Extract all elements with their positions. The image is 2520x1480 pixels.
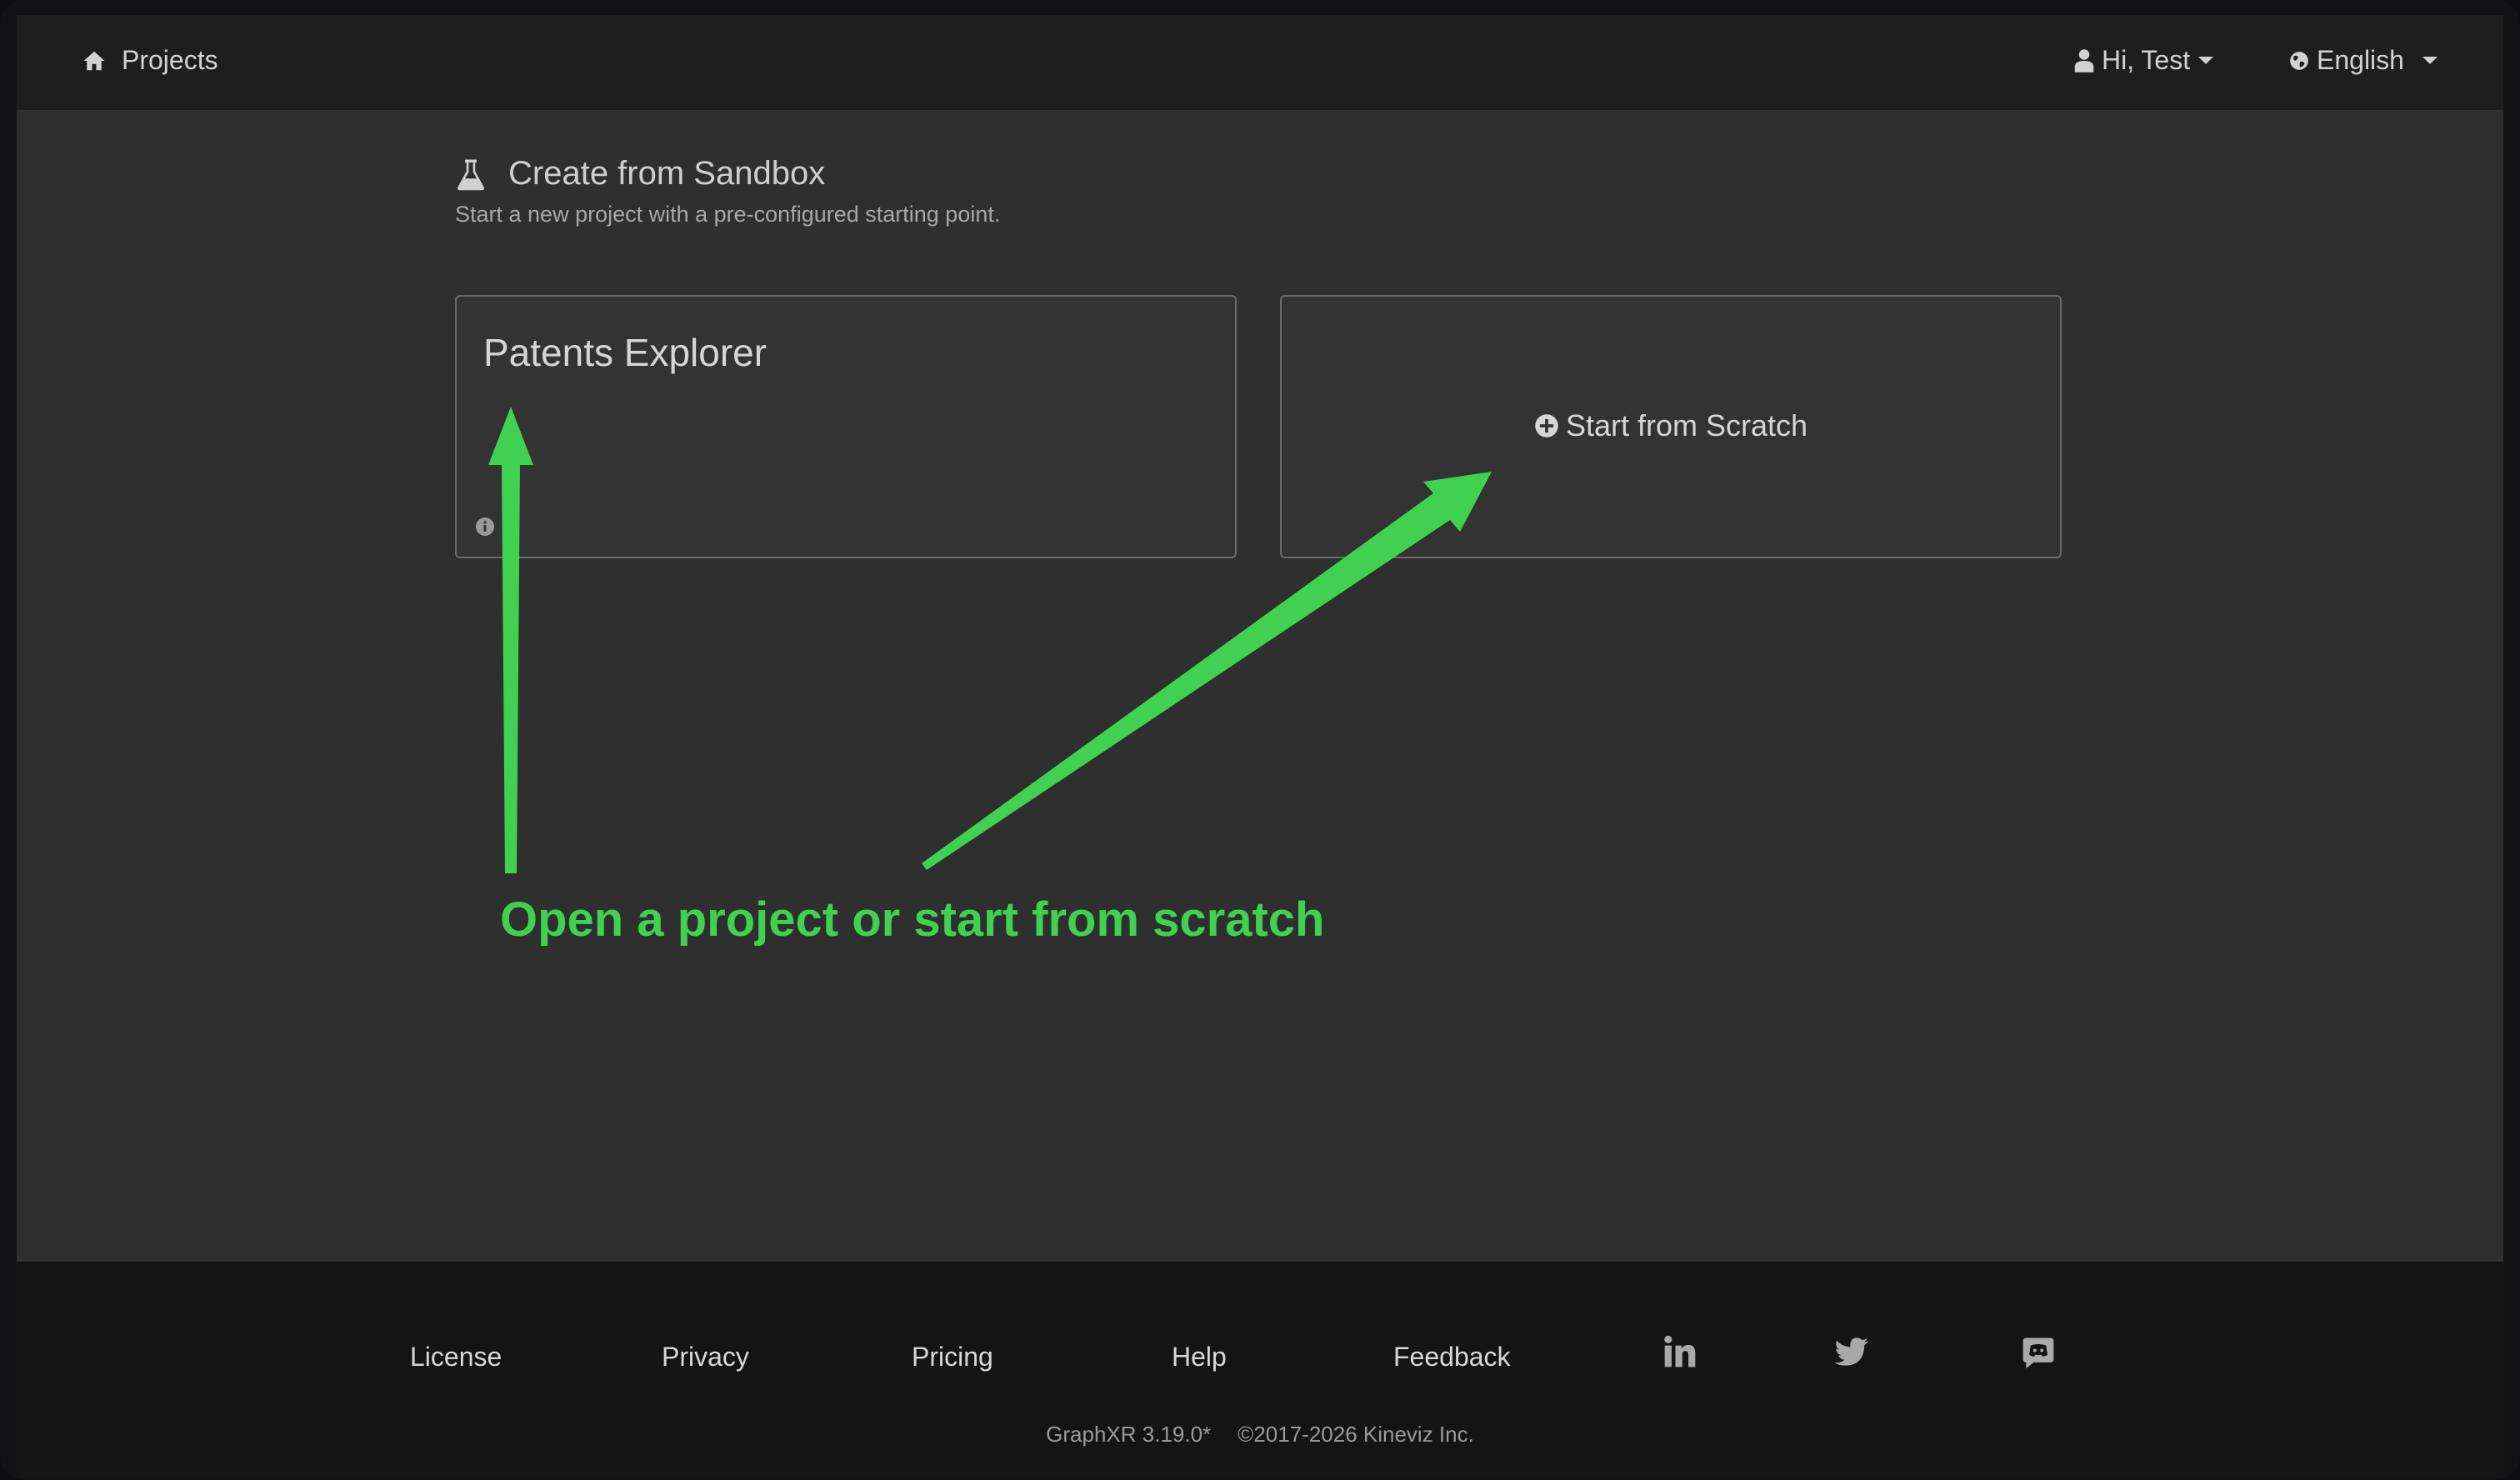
footer-meta: GraphXR 3.19.0* ©2017-2026 Kineviz Inc. — [17, 1422, 2503, 1448]
page-title: Create from Sandbox — [455, 155, 825, 192]
projects-nav-label: Projects — [122, 45, 218, 75]
version-label: GraphXR 3.19.0* — [1046, 1422, 1212, 1447]
user-menu-dropdown[interactable]: Hi, Test — [2073, 45, 2214, 76]
page-subtitle: Start a new project with a pre-configure… — [455, 202, 1001, 227]
footer-link-privacy[interactable]: Privacy — [662, 1342, 749, 1372]
footer-link-license[interactable]: License — [410, 1342, 502, 1372]
patents-explorer-card[interactable]: Patents Explorer — [455, 295, 1237, 558]
footer-link-feedback[interactable]: Feedback — [1393, 1342, 1511, 1372]
user-icon — [2074, 48, 2094, 72]
globe-icon — [2290, 51, 2308, 70]
twitter-icon[interactable] — [1833, 1333, 1870, 1370]
flask-icon — [458, 159, 484, 190]
plus-circle-icon — [1535, 414, 1558, 438]
user-menu-label: Hi, Test — [2102, 45, 2191, 75]
device-frame: Projects Hi, Test English Create from Sa… — [0, 0, 2520, 1480]
discord-icon[interactable] — [2020, 1333, 2057, 1370]
footer: License Privacy Pricing Help Feedback Gr… — [17, 1262, 2503, 1478]
language-label: English — [2317, 45, 2404, 75]
home-icon — [83, 51, 105, 70]
start-from-scratch-card[interactable]: Start from Scratch — [1280, 295, 2062, 558]
top-navbar: Projects Hi, Test English — [17, 15, 2503, 110]
projects-nav-link[interactable]: Projects — [82, 45, 218, 76]
linkedin-icon[interactable] — [1662, 1333, 1698, 1370]
language-dropdown[interactable]: English — [2288, 45, 2438, 76]
info-icon[interactable] — [475, 517, 495, 537]
app-screen: Projects Hi, Test English Create from Sa… — [17, 15, 2503, 1478]
chevron-down-icon — [2422, 57, 2438, 64]
annotation-label: Open a project or start from scratch — [500, 892, 1325, 947]
copyright-label: ©2017-2026 Kineviz Inc. — [1238, 1422, 1474, 1447]
page-title-text: Create from Sandbox — [508, 155, 826, 192]
start-from-scratch-label: Start from Scratch — [1565, 408, 1808, 442]
chevron-down-icon — [2198, 57, 2214, 64]
annotation-arrows — [488, 407, 1492, 873]
start-from-scratch-button[interactable]: Start from Scratch — [1282, 408, 2060, 443]
card-title: Patents Explorer — [483, 331, 768, 374]
footer-link-pricing[interactable]: Pricing — [912, 1342, 993, 1372]
footer-link-help[interactable]: Help — [1172, 1342, 1227, 1372]
